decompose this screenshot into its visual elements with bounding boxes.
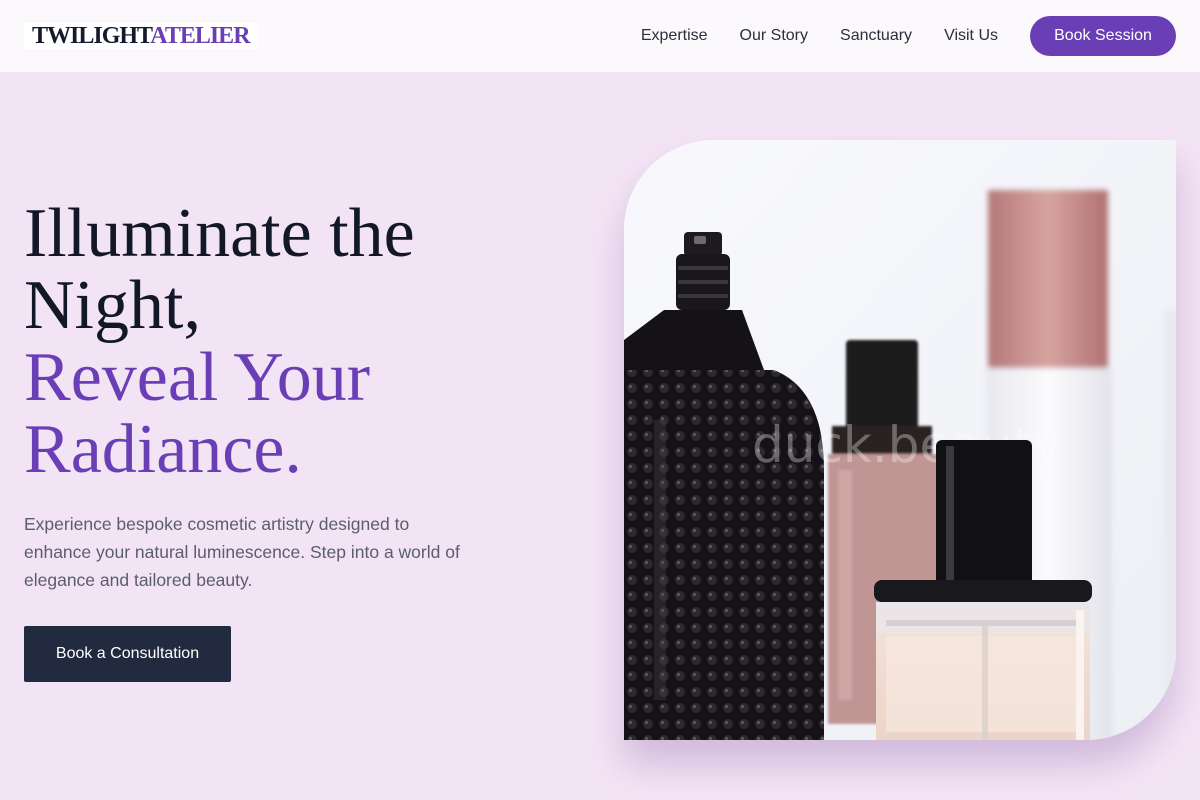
book-session-button[interactable]: Book Session <box>1030 16 1176 56</box>
nav-link-expertise[interactable]: Expertise <box>641 27 708 45</box>
book-consultation-button[interactable]: Book a Consultation <box>24 626 231 682</box>
hero-product-image: duck.beauty <box>624 140 1176 740</box>
nav-link-visit-us[interactable]: Visit Us <box>944 27 998 45</box>
top-navigation: TWILIGHTATELIER Expertise Our Story Sanc… <box>0 0 1200 72</box>
nav-link-our-story[interactable]: Our Story <box>740 27 808 45</box>
hero-headline-accent-line: Radiance. <box>24 411 302 488</box>
brand-name-part2: ATELIER <box>150 23 250 49</box>
hero-description: Experience bespoke cosmetic artistry des… <box>24 514 460 590</box>
hero-headline-line: Night, <box>24 267 201 344</box>
hero-headline-accent-line: Reveal Your <box>24 339 371 416</box>
nav-link-sanctuary[interactable]: Sanctuary <box>840 27 912 45</box>
nav-menu: Expertise Our Story Sanctuary Visit Us B… <box>641 16 1176 56</box>
brand-name-part1: TWILIGHT <box>32 23 151 49</box>
brand-logo[interactable]: TWILIGHTATELIER <box>24 23 258 49</box>
hero-headline-line: Illuminate the <box>24 195 415 272</box>
hero-headline: Illuminate the Night, Reveal Your Radian… <box>24 198 415 486</box>
